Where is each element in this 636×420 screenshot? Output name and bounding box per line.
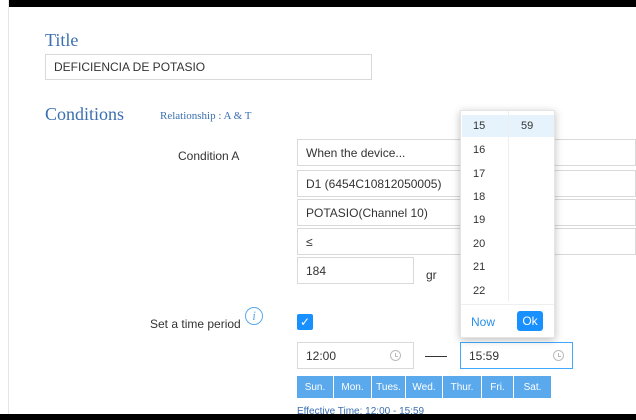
day-sun[interactable]: Sun. — [297, 376, 334, 398]
window-frame-top — [0, 0, 636, 7]
clock-icon — [390, 350, 401, 361]
info-icon[interactable]: i — [245, 307, 263, 325]
title-input[interactable]: DEFICIENCIA DE POTASIO — [45, 54, 372, 80]
minute-option[interactable]: 59 — [509, 120, 556, 132]
relationship-label: Relationship : A & T — [160, 110, 252, 122]
title-input-value: DEFICIENCIA DE POTASIO — [54, 60, 206, 74]
hour-option[interactable]: 16 — [461, 144, 508, 156]
end-time-value: 15:59 — [469, 348, 500, 363]
day-wed[interactable]: Wed. — [406, 376, 443, 398]
start-time-value: 12:00 — [306, 348, 337, 363]
time-period-checkbox[interactable]: ✓ — [297, 314, 313, 330]
day-thur[interactable]: Thur. — [443, 376, 482, 398]
day-mon[interactable]: Mon. — [334, 376, 372, 398]
window-frame-bottom — [0, 414, 636, 420]
hour-option[interactable]: 20 — [461, 238, 508, 250]
threshold-input[interactable]: 184 — [297, 257, 414, 284]
now-button[interactable]: Now — [471, 315, 495, 329]
hour-option[interactable]: 22 — [461, 285, 508, 297]
hour-option[interactable]: 17 — [461, 168, 508, 180]
hour-option[interactable]: 21 — [461, 261, 508, 273]
day-sat[interactable]: Sat. — [514, 376, 551, 398]
time-picker-dropdown: 15 16 17 18 19 20 21 22 59 Now Ok — [460, 110, 555, 338]
time-period-label: Set a time period — [150, 317, 241, 331]
weekday-selector: Sun. Mon. Tues. Wed. Thur. Fri. Sat. — [297, 376, 551, 398]
hour-option[interactable]: 19 — [461, 214, 508, 226]
day-tues[interactable]: Tues. — [372, 376, 406, 398]
threshold-input-value: 184 — [306, 263, 327, 278]
operator-select-value: ≤ — [306, 234, 313, 249]
channel-select-value: POTASIO(Channel 10) — [306, 205, 428, 220]
hour-option[interactable]: 15 — [461, 120, 508, 132]
trigger-select-value: When the device... — [306, 145, 406, 160]
hour-option[interactable]: 18 — [461, 191, 508, 203]
device-select-value: D1 (6454C10812050005) — [306, 176, 442, 191]
column-divider — [508, 111, 509, 301]
clock-icon — [553, 350, 564, 361]
end-time-input[interactable]: 15:59 — [460, 342, 573, 369]
conditions-heading: Conditions — [45, 104, 125, 124]
time-range-separator — [425, 356, 447, 357]
ok-button[interactable]: Ok — [517, 311, 543, 331]
time-picker-footer: Now Ok — [461, 304, 554, 339]
condition-a-label: Condition A — [178, 149, 240, 163]
check-icon: ✓ — [299, 315, 311, 329]
day-fri[interactable]: Fri. — [482, 376, 514, 398]
start-time-input[interactable]: 12:00 — [297, 342, 414, 369]
left-border — [0, 0, 9, 420]
title-heading: Title — [45, 30, 79, 50]
unit-label: gr — [426, 268, 437, 282]
